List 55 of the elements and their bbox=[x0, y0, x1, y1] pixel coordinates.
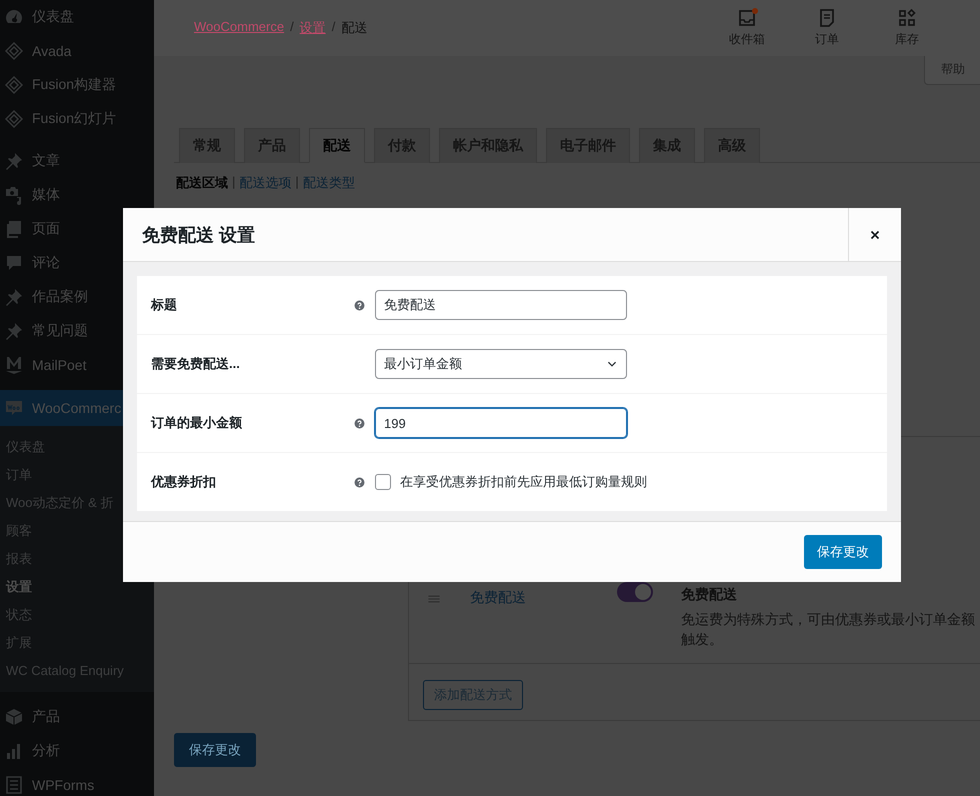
menu-item[interactable]: Avada bbox=[0, 34, 154, 68]
activity-button[interactable]: 库存 bbox=[867, 8, 947, 48]
activity-button[interactable]: 收件箱 bbox=[707, 8, 787, 48]
pages-icon bbox=[4, 219, 24, 239]
section-link[interactable]: 配送类型 bbox=[302, 174, 355, 192]
tab[interactable]: 配送 bbox=[309, 128, 365, 163]
menu-item[interactable]: 媒体 bbox=[0, 178, 154, 212]
breadcrumb-separator: / bbox=[332, 19, 336, 36]
menu-item[interactable]: 常见问题 bbox=[0, 314, 154, 348]
save-button[interactable]: 保存更改 bbox=[174, 733, 256, 767]
inbox-icon bbox=[737, 8, 757, 28]
menu-item[interactable]: Fusion构建器 bbox=[0, 68, 154, 102]
field-label: 需要免费配送... bbox=[150, 355, 241, 373]
checkbox-label: 在享受优惠券折扣前先应用最低订购量规则 bbox=[400, 473, 647, 491]
submenu-item[interactable]: 设置 bbox=[0, 573, 154, 601]
separator-text: | bbox=[232, 174, 236, 191]
document-icon bbox=[817, 8, 837, 28]
menu-item[interactable]: 仪表盘 bbox=[0, 0, 154, 34]
menu-item[interactable]: WPForms bbox=[0, 768, 154, 796]
modal-title: 免费配送 设置 bbox=[141, 224, 256, 246]
layered-diamond-icon bbox=[4, 75, 24, 95]
select-field[interactable]: 最小订单金额 bbox=[375, 349, 627, 379]
current-section[interactable]: 配送区域 bbox=[176, 174, 228, 192]
checkbox[interactable] bbox=[375, 474, 391, 490]
menu-item[interactable]: 评论 bbox=[0, 246, 154, 280]
camera-music-icon bbox=[4, 185, 24, 205]
layered-diamond-icon bbox=[4, 109, 24, 129]
form-icon bbox=[4, 775, 24, 795]
menu-item[interactable]: 分析 bbox=[0, 734, 154, 768]
m-logo-icon bbox=[4, 355, 24, 375]
menu-item[interactable]: 产品 bbox=[0, 700, 154, 734]
menu-item[interactable]: 文章 bbox=[0, 144, 154, 178]
pushpin-icon bbox=[4, 287, 24, 307]
save-button[interactable]: 保存更改 bbox=[804, 535, 882, 569]
box-icon bbox=[4, 707, 24, 727]
speech-bubble-icon bbox=[4, 398, 24, 418]
text-field[interactable]: 199 bbox=[375, 408, 627, 438]
grid-icon bbox=[897, 8, 917, 28]
breadcrumb-separator: / bbox=[290, 19, 294, 36]
separator-text: | bbox=[295, 174, 299, 191]
field-label: 标题 bbox=[150, 296, 178, 314]
method-link[interactable]: 免费配送 bbox=[470, 589, 617, 607]
breadcrumb-link[interactable]: WooCommerce bbox=[194, 19, 284, 37]
layered-diamond-icon bbox=[4, 41, 24, 61]
field-label: 优惠券折扣 bbox=[150, 473, 217, 491]
breadcrumb-link[interactable]: 设置 bbox=[300, 19, 326, 37]
toggle-switch[interactable] bbox=[617, 582, 653, 602]
pushpin-icon bbox=[4, 321, 24, 341]
activity-button[interactable]: 订单 bbox=[787, 8, 867, 48]
pushpin-icon bbox=[4, 151, 24, 171]
speech-bubble-icon bbox=[4, 253, 24, 273]
breadcrumb-current: 配送 bbox=[341, 19, 368, 37]
text-field[interactable]: 免费配送 bbox=[375, 290, 627, 320]
menu-item[interactable]: Fusion幻灯片 bbox=[0, 102, 154, 136]
section-link[interactable]: 配送选项 bbox=[239, 174, 292, 192]
